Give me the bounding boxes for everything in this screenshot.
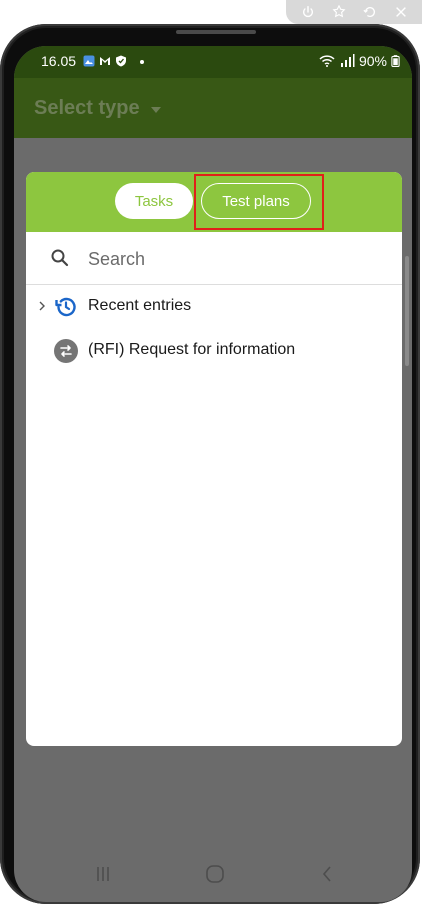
notification-icons — [83, 55, 127, 67]
device-screen: 16.05 90% Select type Tasks Test plans S… — [14, 46, 412, 902]
home-button[interactable] — [200, 860, 230, 888]
power-icon[interactable] — [299, 3, 317, 21]
history-icon — [55, 297, 76, 317]
search-input[interactable] — [86, 244, 390, 274]
gmail-icon — [100, 57, 110, 65]
select-type-dropdown[interactable]: Select type — [34, 97, 140, 120]
phone-frame: 16.05 90% Select type Tasks Test plans S… — [0, 24, 420, 904]
battery-icon — [391, 55, 400, 67]
back-button[interactable] — [312, 860, 342, 888]
dialog-tab-bar: Tasks Test plans — [26, 172, 402, 232]
phone-bezel: 16.05 90% Select type Tasks Test plans S… — [4, 28, 416, 902]
list-item-label: Recent entries — [88, 297, 192, 314]
status-bar: 16.05 90% — [14, 46, 412, 78]
shield-icon — [116, 55, 126, 67]
recents-icon — [97, 867, 109, 881]
swap-icon — [54, 339, 78, 363]
list-item-label: (RFI) Request for information — [88, 341, 296, 358]
select-type-dialog: Tasks Test plans Search Recent entries (… — [26, 172, 402, 746]
emulator-toolbar — [286, 0, 422, 24]
earpiece — [176, 30, 256, 34]
back-icon — [322, 866, 331, 882]
home-icon — [206, 865, 224, 883]
highlight-box — [194, 174, 324, 230]
app-bar: Select type — [14, 78, 412, 138]
tab-tasks[interactable]: Tasks — [115, 183, 193, 219]
chevron-right-icon[interactable] — [37, 300, 47, 312]
pin-icon[interactable] — [330, 3, 348, 21]
list-item-rfi[interactable]: (RFI) Request for information — [26, 329, 402, 373]
search-icon — [51, 249, 69, 267]
signal-icon — [340, 54, 355, 67]
close-icon[interactable] — [392, 3, 410, 21]
caret-down-icon[interactable] — [151, 107, 161, 113]
battery-percent: 90% — [358, 53, 387, 69]
recents-button[interactable] — [88, 860, 118, 888]
navigation-bar — [14, 846, 412, 902]
gallery-icon — [83, 55, 95, 67]
list-item-recent-entries[interactable]: Recent entries — [26, 285, 402, 329]
search-bar — [26, 232, 402, 285]
scroll-indicator — [405, 256, 409, 366]
rotate-icon[interactable] — [361, 3, 379, 21]
notification-dot — [140, 60, 144, 64]
status-time: 16.05 — [41, 53, 77, 69]
wifi-icon — [319, 55, 335, 67]
system-icons: 90% — [319, 53, 400, 69]
